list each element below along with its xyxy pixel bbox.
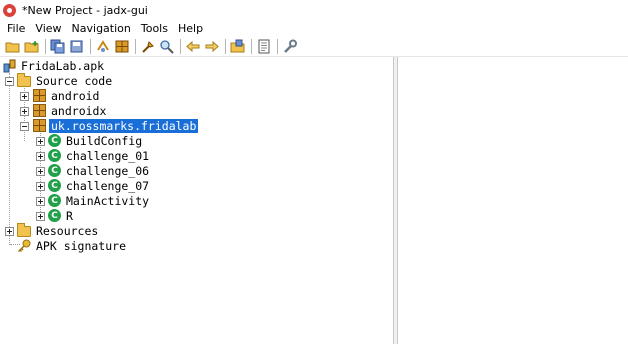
apk-signature-label: APK signature [36, 238, 127, 253]
class-icon: C [48, 194, 61, 207]
package-icon [33, 119, 46, 132]
tree-node-class[interactable]: C BuildConfig [48, 133, 144, 148]
package-label: android [51, 88, 100, 103]
tree-connector [9, 73, 10, 245]
menu-help[interactable]: Help [173, 20, 208, 37]
package-icon [33, 89, 46, 102]
deobfuscation-icon[interactable] [230, 39, 246, 55]
forward-icon[interactable] [204, 39, 220, 55]
class-icon: C [48, 149, 61, 162]
toolbar-separator [180, 39, 181, 54]
expand-toggle[interactable] [36, 212, 45, 221]
export-icon[interactable] [69, 39, 85, 55]
save-all-icon[interactable] [50, 39, 66, 55]
expand-toggle[interactable] [36, 182, 45, 191]
tree-node-class[interactable]: C challenge_07 [48, 178, 151, 193]
expand-toggle[interactable] [20, 107, 29, 116]
resources-folder-icon [17, 223, 31, 237]
tree-node-class[interactable]: C MainActivity [48, 193, 151, 208]
tree-node-package-fridalab[interactable]: uk.rossmarks.fridalab [33, 118, 199, 133]
back-icon[interactable] [185, 39, 201, 55]
code-view-panel[interactable] [398, 57, 628, 344]
flatten-packages-icon[interactable] [114, 39, 130, 55]
class-label: BuildConfig [66, 133, 143, 148]
expand-toggle[interactable] [36, 167, 45, 176]
package-label: uk.rossmarks.fridalab [49, 118, 199, 133]
expand-toggle[interactable] [36, 152, 45, 161]
source-code-label: Source code [36, 73, 113, 88]
tree-node-resources[interactable]: Resources [17, 223, 100, 238]
menu-navigation[interactable]: Navigation [67, 20, 136, 37]
collapse-toggle[interactable] [20, 122, 29, 131]
sync-icon[interactable] [95, 39, 111, 55]
class-icon: C [48, 134, 61, 147]
log-viewer-icon[interactable] [256, 39, 272, 55]
class-label: challenge_01 [66, 148, 150, 163]
key-icon [17, 239, 31, 253]
expand-toggle[interactable] [20, 92, 29, 101]
tree-node-apk-signature[interactable]: APK signature [17, 238, 128, 253]
menu-tools[interactable]: Tools [136, 20, 173, 37]
class-label: R [66, 208, 73, 223]
package-label: androidx [51, 103, 107, 118]
folder-icon [17, 73, 31, 87]
toolbar-separator [90, 39, 91, 54]
window-title: *New Project - jadx-gui [22, 3, 148, 17]
tree-node-source-code[interactable]: Source code [17, 73, 114, 88]
add-files-icon[interactable] [24, 39, 40, 55]
class-icon: C [48, 179, 61, 192]
expand-toggle[interactable] [5, 227, 14, 236]
class-icon: C [48, 164, 61, 177]
toolbar-separator [45, 39, 46, 54]
expand-toggle[interactable] [36, 137, 45, 146]
search-text-icon[interactable] [140, 39, 156, 55]
tree-node-package-android[interactable]: android [33, 88, 101, 103]
class-label: MainActivity [66, 193, 150, 208]
toolbar-separator [251, 39, 252, 54]
tree-node-class[interactable]: C challenge_01 [48, 148, 151, 163]
menu-bar: File View Navigation Tools Help [0, 20, 628, 37]
tree-node-class[interactable]: C challenge_06 [48, 163, 151, 178]
find-class-icon[interactable] [159, 39, 175, 55]
tree-node-root[interactable]: FridaLab.apk [3, 58, 106, 73]
resources-label: Resources [36, 223, 99, 238]
open-file-icon[interactable] [5, 39, 21, 55]
collapse-toggle[interactable] [5, 77, 14, 86]
expand-toggle[interactable] [36, 197, 45, 206]
apk-file-icon [3, 59, 16, 73]
project-tree-panel[interactable]: FridaLab.apk Source code android android… [0, 57, 394, 344]
preferences-icon[interactable] [282, 39, 298, 55]
toolbar-separator [277, 39, 278, 54]
toolbar-separator [225, 39, 226, 54]
menu-view[interactable]: View [30, 20, 66, 37]
toolbar [0, 37, 628, 57]
tree-node-package-androidx[interactable]: androidx [33, 103, 108, 118]
toolbar-separator [135, 39, 136, 54]
class-label: challenge_07 [66, 178, 150, 193]
title-bar: *New Project - jadx-gui [0, 0, 628, 20]
jadx-app-icon [3, 3, 16, 17]
tree-node-class[interactable]: C R [48, 208, 75, 223]
tree-root-label: FridaLab.apk [21, 58, 105, 73]
class-label: challenge_06 [66, 163, 150, 178]
class-icon: C [48, 209, 61, 222]
menu-file[interactable]: File [2, 20, 30, 37]
package-icon [33, 104, 46, 117]
